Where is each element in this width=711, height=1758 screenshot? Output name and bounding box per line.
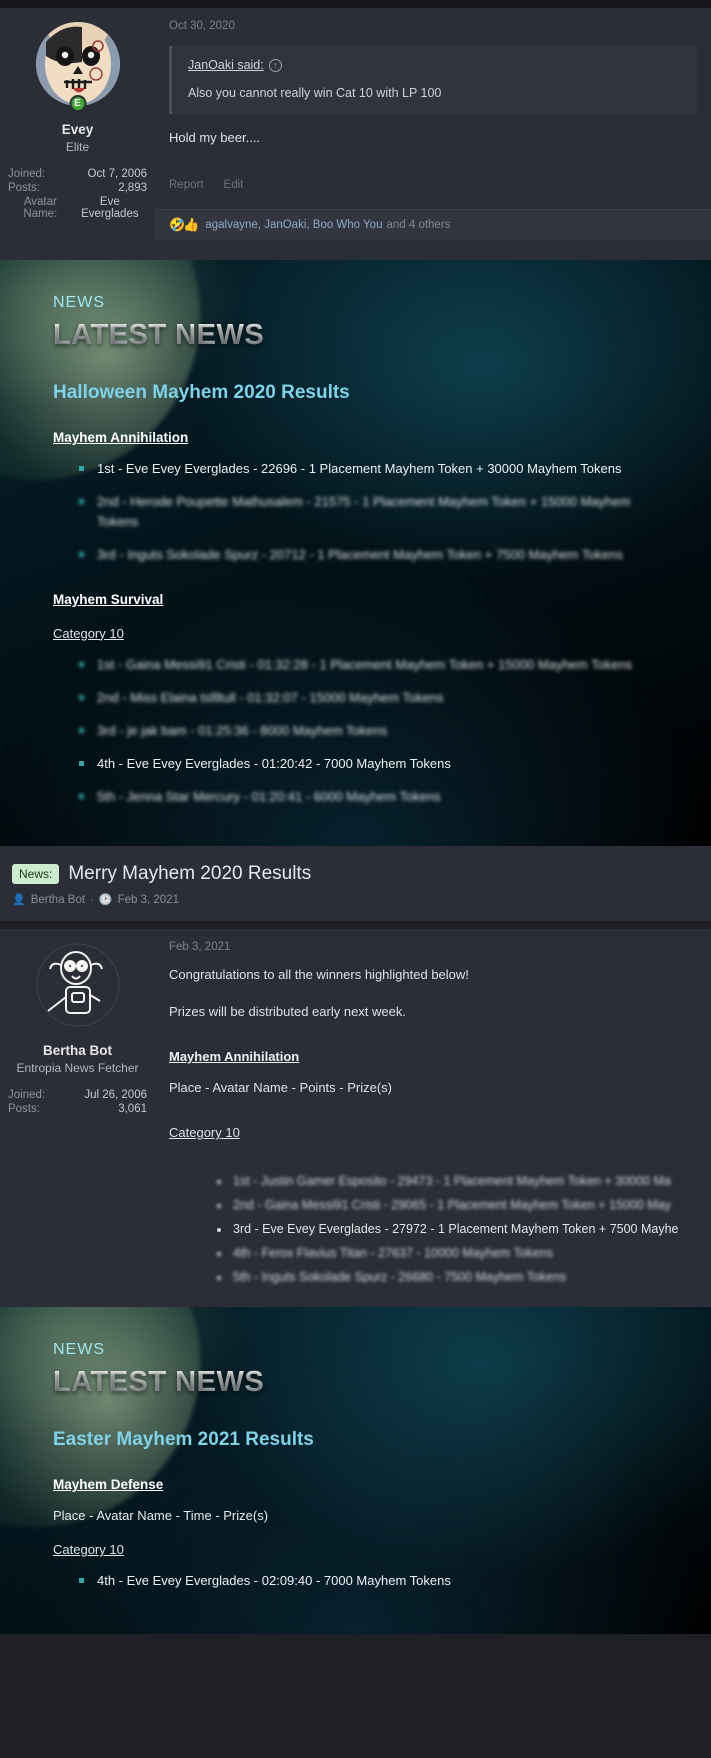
- post-author-title: Entropia News Fetcher: [16, 1061, 139, 1076]
- stat-value: Oct 7, 2006: [87, 168, 147, 180]
- reaction-others-count[interactable]: and 4 others: [386, 219, 450, 231]
- post-actions: Report Edit: [169, 179, 697, 191]
- thread-author[interactable]: Bertha Bot: [31, 894, 85, 906]
- quote-author-link[interactable]: JanOaki said:: [188, 58, 264, 72]
- stat-value: Eve Everglades: [81, 196, 139, 220]
- thread-meta: 👤 Bertha Bot · 🕑 Feb 3, 2021: [12, 893, 689, 907]
- result-item: 2nd - Herode Poupette Mathusalem - 21575…: [79, 492, 671, 532]
- forum-page: E Evey Elite Joined: Oct 7, 2006 Posts: …: [0, 0, 711, 1635]
- result-item: 1st - Gaina Messi91 Cristi - 01:32:28 - …: [79, 655, 671, 675]
- post-author-name[interactable]: Evey: [8, 122, 147, 137]
- reaction-emoji-icons: 🤣👍: [169, 217, 199, 232]
- news-section-heading: Mayhem Survival: [53, 591, 164, 607]
- thread-title[interactable]: Merry Mayhem 2020 Results: [68, 863, 311, 885]
- clock-icon: 🕑: [98, 894, 113, 907]
- post-content: Oct 30, 2020 JanOaki said: ↑ Also you can…: [155, 8, 711, 260]
- news-content: NEWS LATEST NEWS Halloween Mayhem 2020 R…: [0, 260, 711, 846]
- online-status-icon: E: [69, 95, 86, 112]
- quote-header: JanOaki said: ↑: [188, 58, 683, 72]
- post-date: Feb 3, 2021: [169, 941, 231, 954]
- survival-results-list: 1st - Gaina Messi91 Cristi - 01:32:28 - …: [79, 655, 671, 808]
- annihilation-results-list: 1st - Eve Evey Everglades - 22696 - 1 Pl…: [79, 459, 671, 566]
- stat-row: Avatar Name: Eve Everglades: [8, 195, 147, 221]
- result-item: 4th - Ferox Flavius Titan - 27637 - 1000…: [217, 1246, 697, 1260]
- stat-value: Jul 26, 2006: [84, 1089, 147, 1102]
- user-icon: 👤: [12, 894, 26, 907]
- post-section-legend: Place - Avatar Name - Points - Prize(s): [169, 1080, 392, 1096]
- news-headline: LATEST NEWS: [53, 1366, 671, 1399]
- post-section-heading: Mayhem Annihilation: [169, 1049, 300, 1065]
- post-author-sidebar: E Evey Elite Joined: Oct 7, 2006 Posts: …: [0, 8, 155, 260]
- stat-label: Posts:: [8, 182, 40, 194]
- result-item: 3rd - Eve Evey Everglades - 27972 - 1 Pl…: [217, 1222, 697, 1236]
- avatar[interactable]: [35, 22, 120, 106]
- thread-date[interactable]: Feb 3, 2021: [118, 894, 179, 906]
- news-section-heading: Mayhem Defense: [53, 1477, 164, 1493]
- post-author-name[interactable]: Bertha Bot: [8, 1043, 147, 1058]
- stat-row: Posts: 2,893: [8, 181, 147, 195]
- quote-block: JanOaki said: ↑ Also you cannot really wi…: [169, 46, 697, 114]
- news-section-legend: Place - Avatar Name - Time - Prize(s): [53, 1508, 269, 1524]
- result-item: 3rd - je jak bam - 01:25:36 - 8000 Mayhe…: [79, 721, 671, 741]
- avatar[interactable]: [35, 943, 120, 1028]
- post-content: Feb 3, 2021 Congratulations to all the w…: [155, 929, 711, 1307]
- post-date: Oct 30, 2020: [169, 20, 235, 32]
- jump-to-quote-icon[interactable]: ↑: [268, 59, 282, 72]
- news-headline: LATEST NEWS: [53, 319, 671, 352]
- news-prefix-badge[interactable]: News:: [12, 864, 60, 885]
- result-item: 4th - Eve Evey Everglades - 01:20:42 - 7…: [79, 754, 671, 774]
- post-author-stats: Joined: Oct 7, 2006 Posts: 2,893 Avatar …: [8, 167, 147, 221]
- reactions-bar: 🤣👍 agalvayne, JanOaki, Boo Who You and 4…: [155, 209, 711, 240]
- result-item: 2nd - Gaina Messi91 Cristi - 29065 - 1 P…: [217, 1198, 697, 1212]
- category-link[interactable]: Category 10: [53, 626, 671, 641]
- news-kicker: NEWS: [53, 294, 105, 311]
- stat-label: Joined:: [8, 168, 46, 180]
- stat-label: Posts:: [8, 1103, 40, 1116]
- post-author-sidebar: Bertha Bot Entropia News Fetcher Joined:…: [0, 929, 155, 1307]
- result-item: 4th - Eve Evey Everglades - 02:09:40 - 7…: [79, 1571, 671, 1591]
- thread-separator: [0, 921, 711, 930]
- post-author-title: Elite: [65, 140, 90, 154]
- edit-button[interactable]: Edit: [224, 179, 244, 191]
- news-banner-halloween: NEWS LATEST NEWS Halloween Mayhem 2020 R…: [0, 260, 711, 847]
- result-item: 5th - Inguts Sokolade Spurz - 26680 - 75…: [217, 1270, 697, 1284]
- category-link[interactable]: Category 10: [53, 1542, 671, 1557]
- result-item: 1st - Eve Evey Everglades - 22696 - 1 Pl…: [79, 459, 671, 479]
- post-message-line: Prizes will be distributed early next we…: [169, 1004, 406, 1020]
- stat-value: 2,893: [118, 182, 147, 194]
- quote-text: Also you cannot really win Cat 10 with L…: [188, 86, 442, 100]
- post-message: Hold my beer....: [169, 130, 261, 145]
- post-evey: E Evey Elite Joined: Oct 7, 2006 Posts: …: [0, 8, 711, 260]
- news-content: NEWS LATEST NEWS Easter Mayhem 2021 Resu…: [0, 1307, 711, 1634]
- avatar-wrap[interactable]: E: [35, 22, 120, 112]
- defense-results-list: 4th - Eve Evey Everglades - 02:09:40 - 7…: [79, 1571, 671, 1591]
- result-item: 1st - Justin Gamer Esposito - 29473 - 1 …: [217, 1174, 697, 1188]
- post-author-stats: Joined: Jul 26, 2006 Posts: 3,061: [8, 1088, 147, 1116]
- thread-title-row: News: Merry Mayhem 2020 Results: [12, 863, 689, 885]
- top-strip: [0, 0, 711, 8]
- stat-row: Posts: 3,061: [8, 1102, 147, 1116]
- stat-row: Joined: Oct 7, 2006: [8, 167, 147, 181]
- stat-label: Joined:: [8, 1089, 46, 1102]
- news-section-heading: Mayhem Annihilation: [53, 430, 189, 445]
- news-kicker: NEWS: [53, 1341, 105, 1359]
- stat-label: Avatar Name:: [23, 196, 58, 220]
- stat-value: 3,061: [118, 1103, 147, 1116]
- post-message-line: Congratulations to all the winners highl…: [169, 967, 469, 983]
- news-subtitle: Easter Mayhem 2021 Results: [53, 1429, 314, 1451]
- result-item: 3rd - Inguts Sokolade Spurz - 20712 - 1 …: [79, 545, 671, 565]
- category-link[interactable]: Category 10: [169, 1125, 697, 1140]
- news-subtitle: Halloween Mayhem 2020 Results: [53, 382, 350, 403]
- result-item: 5th - Jenna Star Mercury - 01:20:41 - 60…: [79, 787, 671, 807]
- result-item: 2nd - Miss Elaina tsllltull - 01:32:07 -…: [79, 688, 671, 708]
- post-bertha-bot: Bertha Bot Entropia News Fetcher Joined:…: [0, 929, 711, 1308]
- news-banner-easter: NEWS LATEST NEWS Easter Mayhem 2021 Resu…: [0, 1307, 711, 1635]
- meta-separator: ·: [90, 893, 94, 906]
- thread-header-merry-mayhem: News: Merry Mayhem 2020 Results 👤 Bertha…: [0, 846, 711, 922]
- reaction-user-list[interactable]: agalvayne, JanOaki, Boo Who You: [205, 219, 382, 231]
- report-button[interactable]: Report: [169, 179, 204, 191]
- annihilation-results-list: 1st - Justin Gamer Esposito - 29473 - 1 …: [217, 1174, 697, 1284]
- stat-row: Joined: Jul 26, 2006: [8, 1088, 147, 1102]
